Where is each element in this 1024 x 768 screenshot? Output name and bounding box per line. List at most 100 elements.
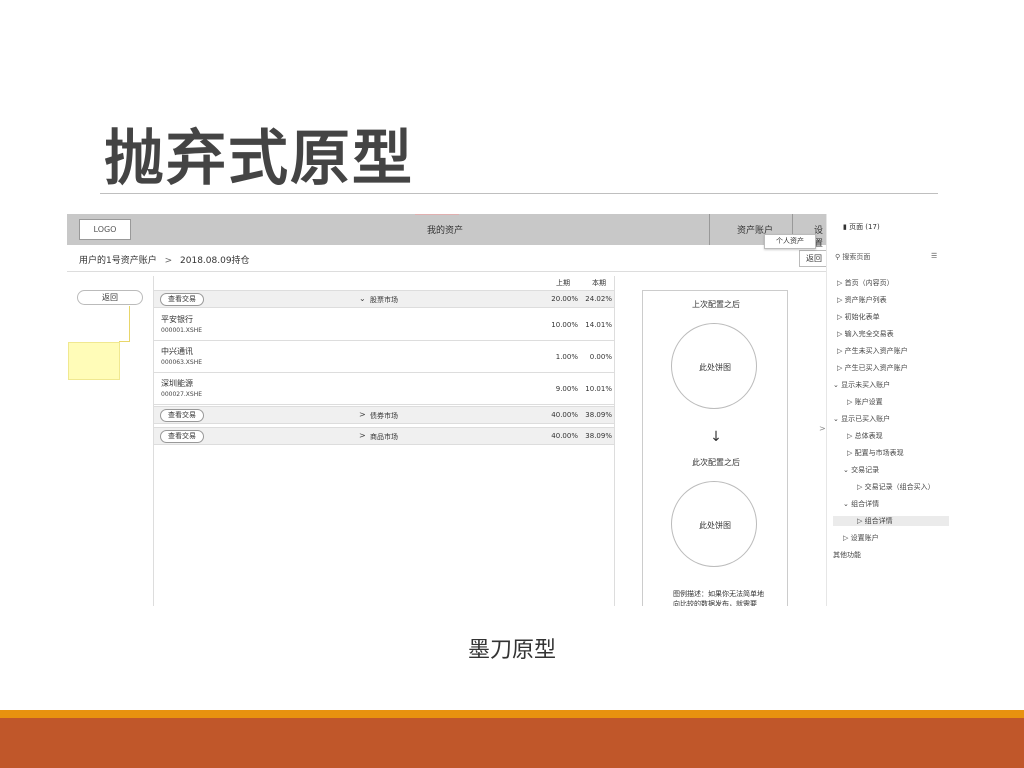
stock-curr-value: 10.01% xyxy=(585,385,612,393)
page-item[interactable]: ▷ 账户设置 xyxy=(847,397,883,407)
group-prev-value: 40.00% xyxy=(551,432,578,440)
page-label: 组合详情 xyxy=(864,517,893,525)
group-curr-value: 24.02% xyxy=(585,295,612,303)
page-item[interactable]: ▷ 首页（内容页） xyxy=(837,278,894,288)
logo[interactable]: LOGO xyxy=(79,219,131,240)
page-label: 其他功能 xyxy=(833,551,861,559)
after-label: 此次配置之后 xyxy=(692,458,740,467)
pages-header: ▮ 页面 (17) xyxy=(843,222,880,232)
page-label: 产生未买入资产账户 xyxy=(844,347,908,355)
group-name: 商品市场 xyxy=(370,433,398,441)
arrow-down-icon: ↓ xyxy=(710,429,722,445)
footer-band-accent xyxy=(0,710,1024,718)
breadcrumb-account[interactable]: 用户的1号资产账户 xyxy=(79,256,157,266)
pie-placeholder-before: 此处饼图 xyxy=(671,323,757,409)
group-name: 债券市场 xyxy=(370,412,398,420)
chevron-right-icon[interactable]: > xyxy=(359,410,366,419)
pie-placeholder-after: 此处饼图 xyxy=(671,481,757,567)
group-row-bonds[interactable]: 查看交易 > 债券市场 40.00% 38.09% xyxy=(154,406,614,424)
breadcrumb: 用户的1号资产账户 > 2018.08.09持仓 返回 xyxy=(67,245,827,272)
pages-panel: ▮ 页面 (17) ⚲ 搜索页面 ☰ ▷ 首页（内容页） ▷ 资产账户列表 ▷ … xyxy=(826,214,956,606)
annotation-connector xyxy=(119,341,130,342)
chevron-right-icon[interactable]: > xyxy=(819,424,826,433)
pages-header-text: 页面 (17) xyxy=(849,223,880,231)
group-name: 股票市场 xyxy=(370,296,398,304)
annotation-connector xyxy=(129,306,130,342)
stock-curr-value: 0.00% xyxy=(589,353,612,361)
stock-row[interactable]: 中兴通讯 000063.XSHE 1.00% 0.00% xyxy=(154,341,614,373)
stock-prev-value: 10.00% xyxy=(551,321,578,329)
chevron-right-icon[interactable]: > xyxy=(359,431,366,440)
page-label: 首页（内容页） xyxy=(844,279,894,287)
allocation-panel: 上次配置之后 此处饼图 ↓ 此次配置之后 此处饼图 图例描述：如果你无法简单地向… xyxy=(642,290,788,606)
page-folder[interactable]: ⌄ 组合详情 xyxy=(843,499,879,509)
stock-code: 000001.XSHE xyxy=(161,327,203,334)
page-folder[interactable]: ⌄ 显示已买入账户 xyxy=(833,414,890,424)
account-tooltip[interactable]: 个人资产 xyxy=(764,234,816,249)
stock-name: 平安银行 xyxy=(161,315,193,324)
page-label: 资产账户列表 xyxy=(844,296,887,304)
page-label: 账户设置 xyxy=(854,398,883,406)
page-folder[interactable]: ⌄ 显示未买入账户 xyxy=(833,380,890,390)
page-label: 配置与市场表现 xyxy=(854,449,904,457)
back-button[interactable]: 返回 xyxy=(799,250,827,267)
page-item[interactable]: ▷ 产生未买入资产账户 xyxy=(837,346,908,356)
page-item[interactable]: ▷ 配置与市场表现 xyxy=(847,448,904,458)
page-label: 显示未买入账户 xyxy=(841,381,891,389)
stock-code: 000063.XSHE xyxy=(161,359,203,366)
view-trades-button[interactable]: 查看交易 xyxy=(160,430,204,443)
group-curr-value: 38.09% xyxy=(585,432,612,440)
page-item[interactable]: ▷ 初始化表单 xyxy=(837,312,880,322)
page-item[interactable]: 其他功能 xyxy=(833,550,861,560)
view-trades-button[interactable]: 查看交易 xyxy=(160,409,204,422)
page-folder[interactable]: ⌄ 交易记录 xyxy=(843,465,879,475)
page-item-selected[interactable]: ▷ 组合详情 xyxy=(833,516,949,526)
page-label: 组合详情 xyxy=(851,500,880,508)
prototype-screenshot: LOGO 我的资产 资产账户 设置 个人资产 用户的1号资产账户 > 2018.… xyxy=(67,214,827,606)
group-row-stocks[interactable]: 查看交易 ⌄ 股票市场 20.00% 24.02% xyxy=(154,290,614,308)
footer-band xyxy=(0,718,1024,768)
page-item[interactable]: ▷ 总体表现 xyxy=(847,431,883,441)
top-bar: LOGO 我的资产 资产账户 设置 xyxy=(67,214,827,249)
stock-row[interactable]: 深圳能源 000027.XSHE 9.00% 10.01% xyxy=(154,373,614,405)
page-label: 交易记录（组合买入） xyxy=(864,483,935,491)
page-label: 设置账户 xyxy=(850,534,879,542)
page-label: 总体表现 xyxy=(854,432,883,440)
pages-search[interactable]: ⚲ 搜索页面 xyxy=(835,252,941,266)
stock-name: 深圳能源 xyxy=(161,379,193,388)
active-indicator xyxy=(415,214,459,215)
page-item[interactable]: ▷ 交易记录（组合买入） xyxy=(857,482,935,492)
divider xyxy=(709,214,710,245)
group-row-commodities[interactable]: 查看交易 > 商品市场 40.00% 38.09% xyxy=(154,427,614,445)
group-prev-value: 20.00% xyxy=(551,295,578,303)
page-item[interactable]: ▷ 输入完全交易表 xyxy=(837,329,894,339)
slide-caption: 墨刀原型 xyxy=(467,638,556,663)
view-trades-button[interactable]: 查看交易 xyxy=(160,293,204,306)
group-prev-value: 40.00% xyxy=(551,411,578,419)
page-label: 交易记录 xyxy=(851,466,880,474)
page-label: 初始化表单 xyxy=(844,313,880,321)
page-label: 产生已买入资产账户 xyxy=(844,364,908,372)
before-label: 上次配置之后 xyxy=(692,300,740,309)
page-item[interactable]: ▷ 设置账户 xyxy=(843,533,879,543)
column-header-curr: 本期 xyxy=(592,279,606,287)
column-header-prev: 上期 xyxy=(556,279,570,287)
stock-code: 000027.XSHE xyxy=(161,391,203,398)
back-pill-button[interactable]: 返回 xyxy=(77,290,143,305)
page-label: 显示已买入账户 xyxy=(841,415,891,423)
page-item[interactable]: ▷ 产生已买入资产账户 xyxy=(837,363,908,373)
holdings-table: 上期 本期 查看交易 ⌄ 股票市场 20.00% 24.02% 平安银行 000… xyxy=(153,276,615,606)
chevron-down-icon[interactable]: ⌄ xyxy=(359,294,366,303)
page-item[interactable]: ▷ 资产账户列表 xyxy=(837,295,887,305)
pie-placeholder-text: 此处饼图 xyxy=(699,521,731,530)
topbar-title: 我的资产 xyxy=(427,226,464,236)
pie-placeholder-text: 此处饼图 xyxy=(699,363,731,372)
stock-prev-value: 1.00% xyxy=(555,353,578,361)
group-curr-value: 38.09% xyxy=(585,411,612,419)
legend-note: 图例描述：如果你无法简单地向比较的数据发布，就需要 xyxy=(673,590,764,606)
breadcrumb-date: 2018.08.09持仓 xyxy=(180,256,250,266)
slide-title: 抛弃式原型 xyxy=(104,124,414,194)
stock-row[interactable]: 平安银行 000001.XSHE 10.00% 14.01% xyxy=(154,309,614,341)
stock-prev-value: 9.00% xyxy=(555,385,578,393)
list-view-icon[interactable]: ☰ xyxy=(931,252,937,260)
